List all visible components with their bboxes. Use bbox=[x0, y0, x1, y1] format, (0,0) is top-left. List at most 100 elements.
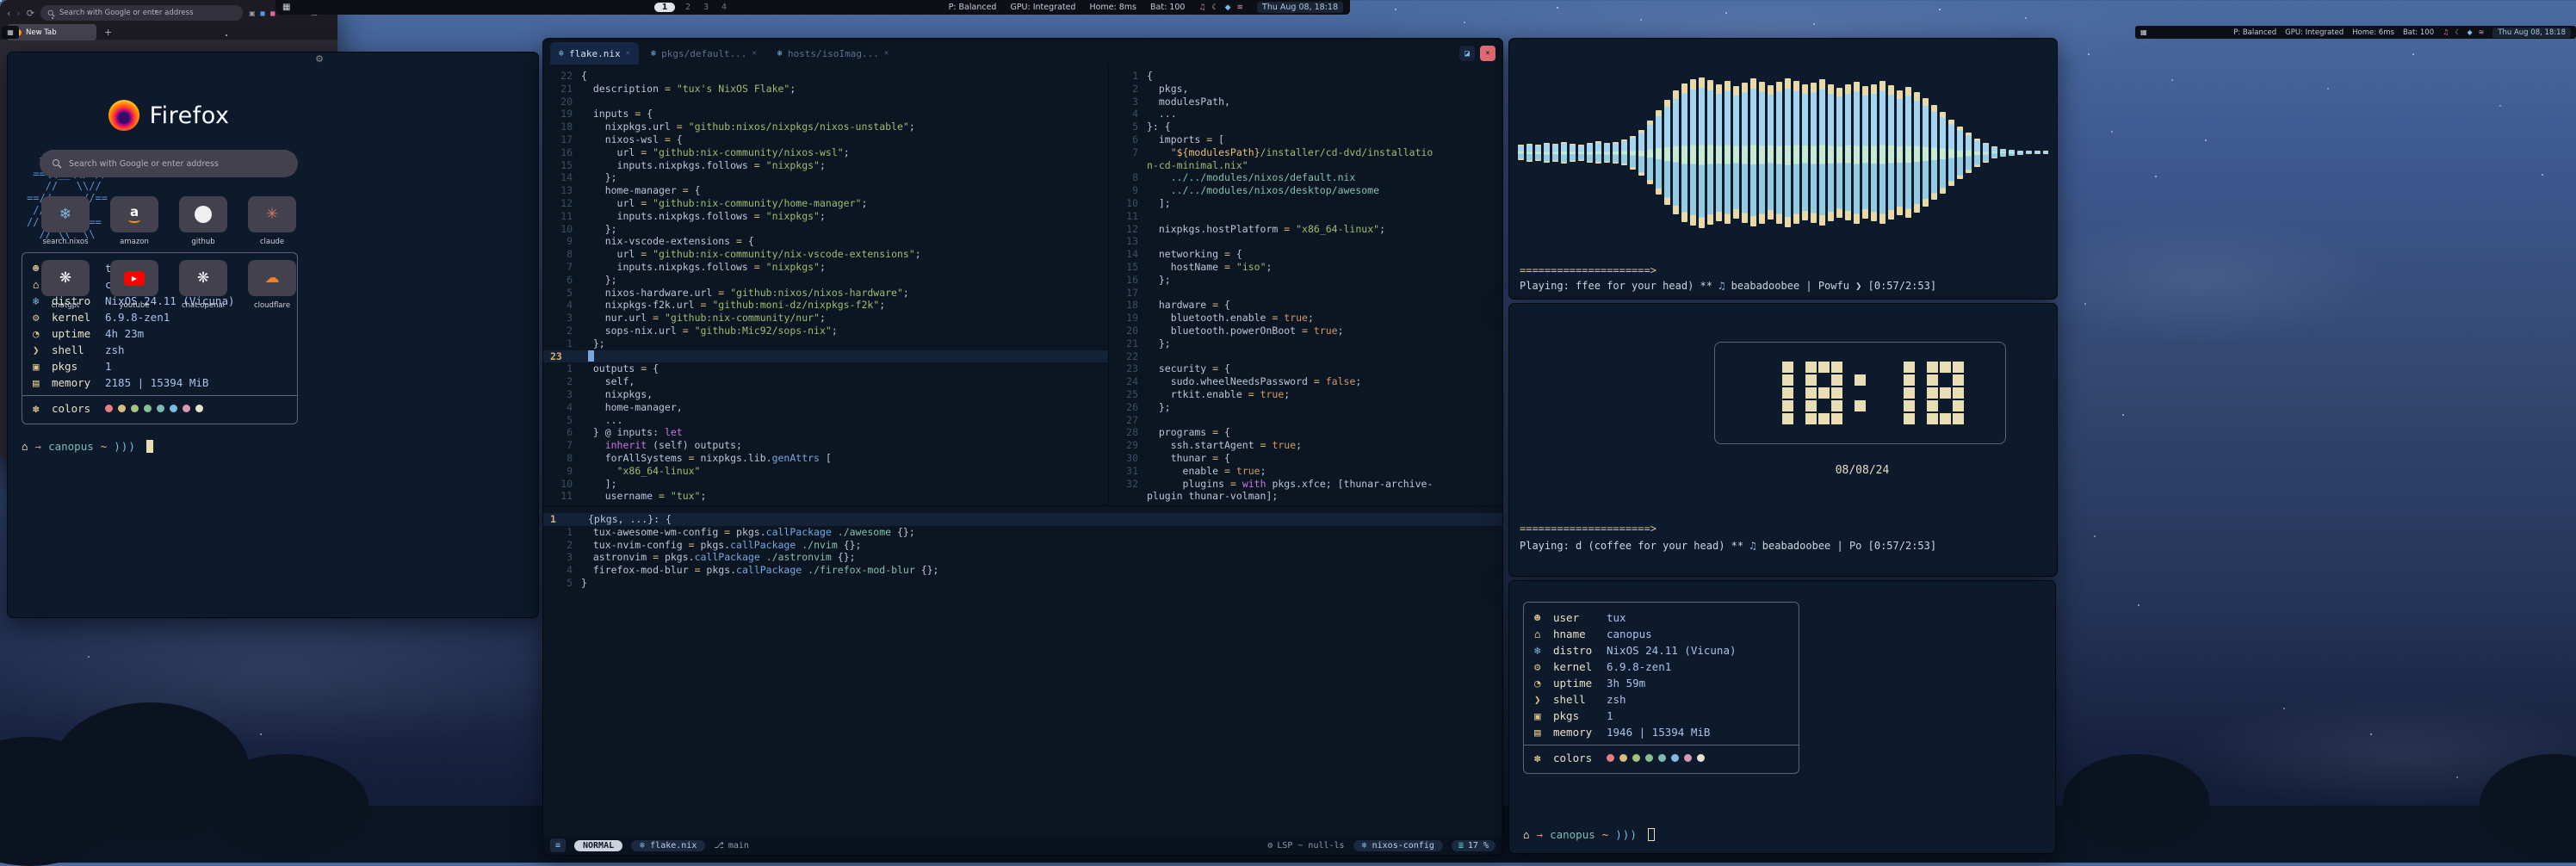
shortcut-tile-github[interactable]: github bbox=[179, 196, 227, 246]
code-line[interactable]: 23 security = { bbox=[1109, 362, 1502, 375]
bluetooth-icon[interactable]: ◆ bbox=[2467, 28, 2472, 36]
code-line[interactable]: 3 nixpkgs, bbox=[543, 388, 1108, 401]
code-line[interactable]: 18 hardware = { bbox=[1109, 299, 1502, 312]
network-icon[interactable]: ≋ bbox=[2479, 28, 2485, 36]
code-line[interactable]: 7 inputs.nixpkgs.follows = "nixpkgs"; bbox=[543, 261, 1108, 274]
code-line[interactable]: 19 bluetooth.enable = true; bbox=[1109, 312, 1502, 325]
code-line[interactable]: 6 }; bbox=[543, 274, 1108, 287]
personalize-gear-icon[interactable]: ⚙ bbox=[315, 53, 324, 65]
code-line[interactable]: 1 tux-awesome-wm-config = pkgs.callPacka… bbox=[543, 526, 1502, 539]
code-line[interactable]: 15 inputs.nixpkgs.follows = "nixpkgs"; bbox=[543, 159, 1108, 172]
extension-pink-icon[interactable]: ◼ bbox=[269, 9, 276, 17]
code-line[interactable]: 5 ... bbox=[543, 414, 1108, 427]
code-line[interactable]: 24 sudo.wheelNeedsPassword = false; bbox=[1109, 375, 1502, 388]
editor-pane-right[interactable]: 1{2 pkgs,3 modulesPath,4 ...5}: {6 impor… bbox=[1109, 65, 1502, 505]
code-line[interactable]: 15 hostName = "iso"; bbox=[1109, 261, 1502, 274]
shortcut-tile-youtube[interactable]: ▶youtube bbox=[110, 260, 158, 310]
code-line[interactable]: 8 url = "github:nix-community/nix-vscode… bbox=[543, 248, 1108, 261]
code-line[interactable]: 6 imports = [ bbox=[1109, 133, 1502, 146]
code-line[interactable]: 28 programs = { bbox=[1109, 426, 1502, 439]
code-line[interactable]: 4 nixpkgs-f2k.url = "github:moni-dz/nixp… bbox=[543, 299, 1108, 312]
code-line[interactable]: 25 rtkit.enable = true; bbox=[1109, 388, 1502, 401]
code-line[interactable]: 4 ... bbox=[1109, 108, 1502, 121]
music-icon[interactable]: ♫ bbox=[1198, 3, 1205, 12]
new-tab-button[interactable]: + bbox=[100, 27, 116, 38]
code-line[interactable]: 23 bbox=[543, 350, 1108, 363]
code-line[interactable]: 27 bbox=[1109, 414, 1502, 427]
forward-button[interactable]: › bbox=[16, 8, 20, 19]
code-line[interactable]: 17 nixos-wsl = { bbox=[543, 133, 1108, 146]
code-line[interactable]: 14 networking = { bbox=[1109, 248, 1502, 261]
code-line[interactable]: 11 bbox=[1109, 210, 1502, 223]
code-line[interactable]: 29 ssh.startAgent = true; bbox=[1109, 439, 1502, 452]
workspace-button-4[interactable]: 4 bbox=[719, 3, 729, 12]
bluetooth-icon[interactable]: ◆ bbox=[1225, 3, 1231, 12]
code-line[interactable]: 22{ bbox=[543, 70, 1108, 83]
back-button[interactable]: ‹ bbox=[7, 8, 10, 19]
code-line[interactable]: 16 url = "github:nix-community/nixos-wsl… bbox=[543, 146, 1108, 159]
code-line[interactable]: 22 bbox=[1109, 350, 1502, 363]
code-line[interactable]: 3 nur.url = "github:nix-community/nur"; bbox=[543, 312, 1108, 325]
window-close-button[interactable]: ✕ bbox=[1480, 46, 1495, 61]
tab-hosts/isoImag...[interactable]: ❄hosts/isoImag...✕ bbox=[769, 42, 897, 65]
code-line[interactable]: 7 "${modulesPath}/installer/cd-dvd/insta… bbox=[1109, 146, 1502, 159]
code-line[interactable]: 2 self, bbox=[543, 375, 1108, 388]
code-line[interactable]: 16 }; bbox=[1109, 274, 1502, 287]
code-line[interactable]: 3 astronvim = pkgs.callPackage ./astronv… bbox=[543, 551, 1502, 564]
code-line[interactable]: 1 outputs = { bbox=[543, 362, 1108, 375]
code-line[interactable]: 11 username = "tux"; bbox=[543, 490, 1108, 503]
code-line[interactable]: 31 enable = true; bbox=[1109, 465, 1502, 478]
music-icon[interactable]: ♫ bbox=[2443, 28, 2449, 36]
shortcut-tile-chatgpt[interactable]: ❋chatgpt bbox=[41, 260, 90, 310]
code-line[interactable]: 8 forAllSystems = nixpkgs.lib.genAttrs [ bbox=[543, 452, 1108, 465]
code-line[interactable]: 1{pkgs, ...}: { bbox=[543, 513, 1502, 526]
code-line[interactable]: 8 ../../modules/nixos/default.nix bbox=[1109, 171, 1502, 184]
code-line[interactable]: 13 bbox=[1109, 235, 1502, 248]
night-light-icon[interactable]: ☾ bbox=[2455, 28, 2461, 36]
clock-widget[interactable]: Thu Aug 08, 18:18 bbox=[1257, 2, 1343, 13]
code-line[interactable]: 7 inherit (self) outputs; bbox=[543, 439, 1108, 452]
code-line[interactable]: 5} bbox=[543, 577, 1502, 590]
launcher-grid-icon[interactable]: ▦ bbox=[7, 28, 14, 36]
code-line[interactable]: 20 bbox=[543, 96, 1108, 108]
code-line[interactable]: 4 firefox-mod-blur = pkgs.callPackage ./… bbox=[543, 564, 1502, 577]
code-line[interactable]: 21 description = "tux's NixOS Flake"; bbox=[543, 83, 1108, 96]
code-line[interactable]: 5}: { bbox=[1109, 121, 1502, 133]
workspace-button-2[interactable]: 2 bbox=[683, 3, 693, 12]
tab-pkgs/default...[interactable]: ❄pkgs/default...✕ bbox=[642, 42, 765, 65]
code-line[interactable]: 2 pkgs, bbox=[1109, 83, 1502, 96]
code-line[interactable]: 3 modulesPath, bbox=[1109, 96, 1502, 108]
code-line[interactable]: 1 }; bbox=[543, 337, 1108, 350]
code-line[interactable]: 6 } @ inputs: let bbox=[543, 426, 1108, 439]
code-line[interactable]: 12 nixpkgs.hostPlatform = "x86_64-linux"… bbox=[1109, 223, 1502, 236]
code-line[interactable]: 12 url = "github:nix-community/home-mana… bbox=[543, 197, 1108, 210]
network-icon[interactable]: ≋ bbox=[1237, 3, 1244, 12]
shortcut-tile-search.nixos[interactable]: ❄search.nixos bbox=[41, 196, 90, 246]
code-line[interactable]: 11 inputs.nixpkgs.follows = "nixpkgs"; bbox=[543, 210, 1108, 223]
shortcut-tile-chat.openai[interactable]: ❋chat.openai bbox=[179, 260, 227, 310]
code-line[interactable]: 21 }; bbox=[1109, 337, 1502, 350]
code-line[interactable]: 4 home-manager, bbox=[543, 401, 1108, 414]
new-tab-search-bar[interactable]: Search with Google or enter address bbox=[40, 150, 298, 177]
editor-pane-left[interactable]: 22{21 description = "tux's NixOS Flake";… bbox=[543, 65, 1109, 505]
code-line[interactable]: 10 ]; bbox=[543, 478, 1108, 491]
editor-pane-bottom[interactable]: 1{pkgs, ...}: {1 tux-awesome-wm-config =… bbox=[543, 505, 1502, 836]
code-line[interactable]: 26 }; bbox=[1109, 401, 1502, 414]
code-line[interactable]: 13 home-manager = { bbox=[543, 184, 1108, 197]
url-bar[interactable]: Search with Google or enter address bbox=[40, 5, 243, 21]
reload-button[interactable]: ⟳ bbox=[27, 8, 34, 19]
tab-close-icon[interactable]: ✕ bbox=[626, 49, 630, 58]
code-line[interactable]: 5 nixos-hardware.url = "github:nixos/nix… bbox=[543, 287, 1108, 300]
shell-prompt[interactable]: ⌂ → canopus ~ ))) bbox=[1523, 828, 1655, 841]
workspace-button-1[interactable]: 1 bbox=[654, 3, 675, 12]
code-line[interactable]: 20 bluetooth.powerOnBoot = true; bbox=[1109, 325, 1502, 337]
code-line[interactable]: 10 ]; bbox=[1109, 197, 1502, 210]
code-line[interactable]: 9 nix-vscode-extensions = { bbox=[543, 235, 1108, 248]
launcher-grid-icon[interactable]: ▦ bbox=[2140, 26, 2147, 39]
code-line[interactable]: 9 ../../modules/nixos/desktop/awesome bbox=[1109, 184, 1502, 197]
code-line[interactable]: 2 tux-nvim-config = pkgs.callPackage ./n… bbox=[543, 539, 1502, 552]
tab-flake.nix[interactable]: ❄flake.nix✕ bbox=[550, 42, 639, 65]
shortcut-tile-amazon[interactable]: aamazon bbox=[110, 196, 158, 246]
code-line[interactable]: 18 nixpkgs.url = "github:nixos/nixpkgs/n… bbox=[543, 121, 1108, 133]
extension-blue-icon[interactable]: ◼ bbox=[260, 9, 266, 17]
